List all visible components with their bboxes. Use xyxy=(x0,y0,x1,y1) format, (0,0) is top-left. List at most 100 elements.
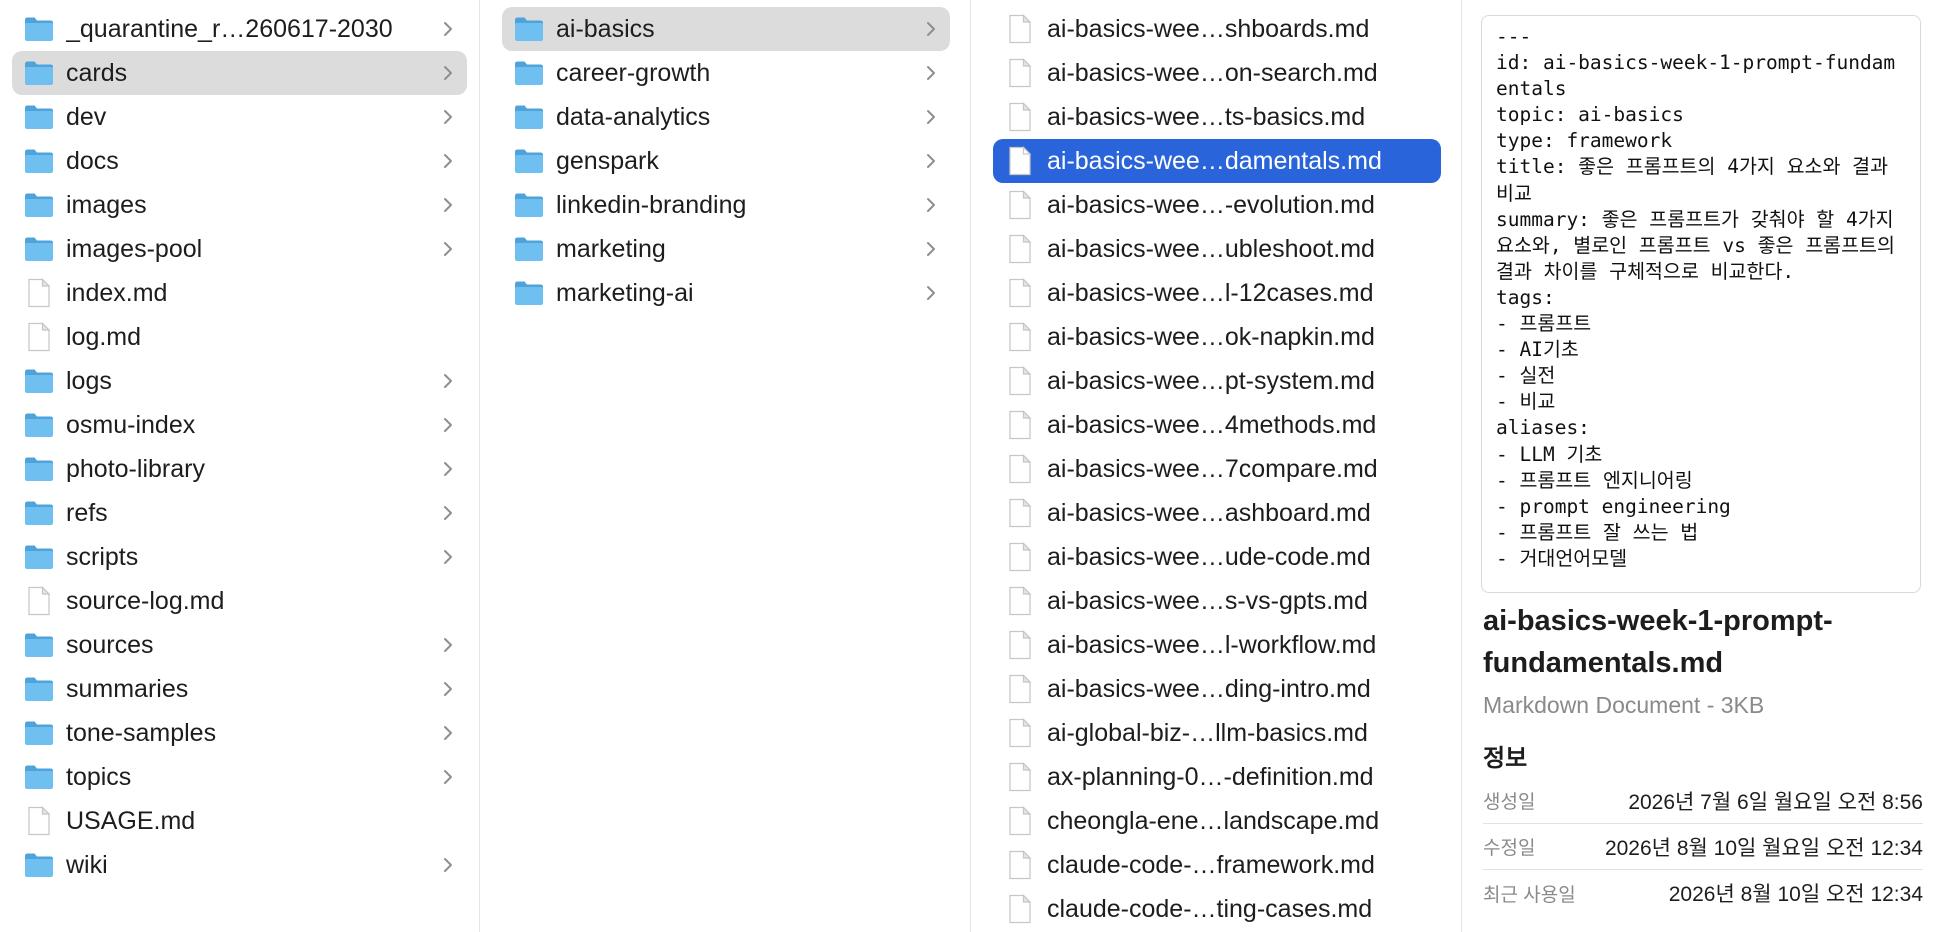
folder-icon xyxy=(24,675,54,703)
folder-icon xyxy=(24,411,54,439)
folder-icon xyxy=(514,103,544,131)
chevron-right-icon xyxy=(441,108,455,126)
file-row-claude-code-ting-cases-md[interactable]: claude-code-…ting-cases.md xyxy=(993,887,1441,931)
item-label: log.md xyxy=(66,323,142,351)
item-label: ai-basics-wee…shboards.md xyxy=(1047,15,1370,43)
chevron-right-icon xyxy=(441,636,455,654)
file-row-ai-basics-wee-ok-napkin-md[interactable]: ai-basics-wee…ok-napkin.md xyxy=(993,315,1441,359)
meta-value: 2026년 7월 6일 월요일 오전 8:56 xyxy=(1628,790,1923,814)
item-label: ai-basics xyxy=(556,15,655,43)
folder-row-data-analytics[interactable]: data-analytics xyxy=(502,95,950,139)
file-row-ai-basics-wee-damentals-md[interactable]: ai-basics-wee…damentals.md xyxy=(993,139,1441,183)
file-row-ai-basics-wee-ude-code-md[interactable]: ai-basics-wee…ude-code.md xyxy=(993,535,1441,579)
file-row-index-md[interactable]: index.md xyxy=(12,271,467,315)
folder-row-scripts[interactable]: scripts xyxy=(12,535,467,579)
file-row-ai-basics-wee-on-search-md[interactable]: ai-basics-wee…on-search.md xyxy=(993,51,1441,95)
folder-row-quarantine-r-260617-2030[interactable]: _quarantine_r…260617-2030 xyxy=(12,7,467,51)
chevron-right-icon xyxy=(441,20,455,38)
folder-row-logs[interactable]: logs xyxy=(12,359,467,403)
file-row-claude-code-framework-md[interactable]: claude-code-…framework.md xyxy=(993,843,1441,887)
folder-row-tone-samples[interactable]: tone-samples xyxy=(12,711,467,755)
folder-icon xyxy=(24,235,54,263)
document-icon xyxy=(1005,322,1035,352)
folder-row-wiki[interactable]: wiki xyxy=(12,843,467,887)
file-row-ai-basics-wee-l-workflow-md[interactable]: ai-basics-wee…l-workflow.md xyxy=(993,623,1441,667)
folder-row-docs[interactable]: docs xyxy=(12,139,467,183)
folder-icon xyxy=(24,15,54,43)
item-label: ai-basics-wee…ding-intro.md xyxy=(1047,675,1371,703)
file-row-ai-basics-wee-s-vs-gpts-md[interactable]: ai-basics-wee…s-vs-gpts.md xyxy=(993,579,1441,623)
file-preview[interactable]: --- id: ai-basics-week-1-prompt-fundamen… xyxy=(1481,15,1921,593)
item-label: topics xyxy=(66,763,132,791)
document-icon xyxy=(1005,190,1035,220)
preview-pane: --- id: ai-basics-week-1-prompt-fundamen… xyxy=(1463,0,1940,932)
folder-icon xyxy=(24,763,54,791)
chevron-right-icon xyxy=(441,504,455,522)
folder-row-marketing-ai[interactable]: marketing-ai xyxy=(502,271,950,315)
item-label: cheongla-ene…landscape.md xyxy=(1047,807,1380,835)
document-icon xyxy=(1005,146,1035,176)
item-label: ai-basics-wee…ubleshoot.md xyxy=(1047,235,1375,263)
info-heading: 정보 xyxy=(1483,745,1528,772)
chevron-right-icon xyxy=(441,460,455,478)
chevron-right-icon xyxy=(924,152,938,170)
chevron-right-icon xyxy=(924,240,938,258)
item-label: source-log.md xyxy=(66,587,225,615)
file-row-ai-basics-wee-pt-system-md[interactable]: ai-basics-wee…pt-system.md xyxy=(993,359,1441,403)
document-icon xyxy=(1005,498,1035,528)
document-icon xyxy=(1005,586,1035,616)
file-row-ai-basics-wee-ts-basics-md[interactable]: ai-basics-wee…ts-basics.md xyxy=(993,95,1441,139)
folder-icon xyxy=(24,103,54,131)
file-row-ai-basics-wee-ubleshoot-md[interactable]: ai-basics-wee…ubleshoot.md xyxy=(993,227,1441,271)
folder-row-marketing[interactable]: marketing xyxy=(502,227,950,271)
meta-value: 2026년 8월 10일 오전 12:34 xyxy=(1668,883,1923,906)
folder-row-topics[interactable]: topics xyxy=(12,755,467,799)
folder-row-summaries[interactable]: summaries xyxy=(12,667,467,711)
folder-row-refs[interactable]: refs xyxy=(12,491,467,535)
folder-row-sources[interactable]: sources xyxy=(12,623,467,667)
document-icon xyxy=(1005,630,1035,660)
document-icon xyxy=(24,806,54,836)
folder-row-linkedin-branding[interactable]: linkedin-branding xyxy=(502,183,950,227)
folder-icon xyxy=(24,851,54,879)
file-row-log-md[interactable]: log.md xyxy=(12,315,467,359)
file-row-ai-basics-wee-evolution-md[interactable]: ai-basics-wee…-evolution.md xyxy=(993,183,1441,227)
file-row-ai-basics-wee-ashboard-md[interactable]: ai-basics-wee…ashboard.md xyxy=(993,491,1441,535)
document-icon xyxy=(1005,58,1035,88)
file-row-ai-global-biz-llm-basics-md[interactable]: ai-global-biz-…llm-basics.md xyxy=(993,711,1441,755)
folder-row-images[interactable]: images xyxy=(12,183,467,227)
folder-row-dev[interactable]: dev xyxy=(12,95,467,139)
document-icon xyxy=(1005,454,1035,484)
file-row-source-log-md[interactable]: source-log.md xyxy=(12,579,467,623)
chevron-right-icon xyxy=(441,196,455,214)
file-row-ai-basics-wee-shboards-md[interactable]: ai-basics-wee…shboards.md xyxy=(993,7,1441,51)
file-row-ai-basics-wee-l-12cases-md[interactable]: ai-basics-wee…l-12cases.md xyxy=(993,271,1441,315)
meta-key: 수정일 xyxy=(1483,838,1536,859)
document-icon xyxy=(1005,806,1035,836)
folder-row-ai-basics[interactable]: ai-basics xyxy=(502,7,950,51)
folder-row-career-growth[interactable]: career-growth xyxy=(502,51,950,95)
item-label: ai-basics-wee…4methods.md xyxy=(1047,411,1377,439)
folder-row-osmu-index[interactable]: osmu-index xyxy=(12,403,467,447)
document-icon xyxy=(1005,410,1035,440)
folder-row-genspark[interactable]: genspark xyxy=(502,139,950,183)
chevron-right-icon xyxy=(924,64,938,82)
item-label: data-analytics xyxy=(556,103,711,131)
meta-key: 생성일 xyxy=(1483,792,1536,813)
chevron-right-icon xyxy=(441,64,455,82)
chevron-right-icon xyxy=(924,20,938,38)
folder-row-photo-library[interactable]: photo-library xyxy=(12,447,467,491)
file-row-ax-planning-0-definition-md[interactable]: ax-planning-0…-definition.md xyxy=(993,755,1441,799)
item-label: linkedin-branding xyxy=(556,191,747,219)
chevron-right-icon xyxy=(441,240,455,258)
folder-row-images-pool[interactable]: images-pool xyxy=(12,227,467,271)
file-row-ai-basics-wee-7compare-md[interactable]: ai-basics-wee…7compare.md xyxy=(993,447,1441,491)
file-row-cheongla-ene-landscape-md[interactable]: cheongla-ene…landscape.md xyxy=(993,799,1441,843)
folder-row-cards[interactable]: cards xyxy=(12,51,467,95)
file-row-usage-md[interactable]: USAGE.md xyxy=(12,799,467,843)
ai-basics-file-list: ai-basics-wee…shboards.md ai-basics-wee…o… xyxy=(972,7,1461,931)
document-icon xyxy=(1005,718,1035,748)
file-row-ai-basics-wee-4methods-md[interactable]: ai-basics-wee…4methods.md xyxy=(993,403,1441,447)
chevron-right-icon xyxy=(441,856,455,874)
file-row-ai-basics-wee-ding-intro-md[interactable]: ai-basics-wee…ding-intro.md xyxy=(993,667,1441,711)
